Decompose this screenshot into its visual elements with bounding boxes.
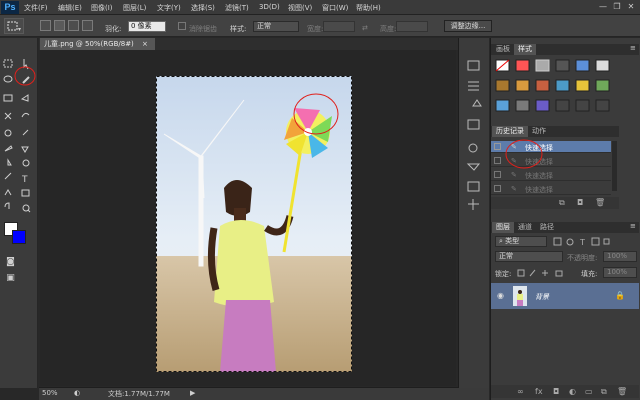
menu-filter[interactable]: 滤镜(T) — [225, 3, 249, 13]
history-snapshot-checkbox[interactable] — [494, 171, 501, 178]
style-dropdown[interactable]: 正常 — [253, 21, 299, 32]
menu-edit[interactable]: 编辑(E) — [58, 3, 82, 13]
history-snapshot-checkbox[interactable] — [494, 185, 501, 192]
history-scrollbar[interactable] — [612, 141, 617, 191]
zoom-readout[interactable]: 50% — [42, 389, 58, 397]
photoshop-logo: Ps — [1, 1, 19, 14]
lock-icons[interactable] — [516, 268, 576, 278]
annotation-circle — [505, 139, 543, 169]
new-selection-icon[interactable] — [40, 20, 51, 31]
search-icon: ⌕ — [499, 237, 503, 245]
layer-mask-icon[interactable]: ◘ — [553, 387, 559, 396]
layer-style-icon[interactable]: fx — [535, 387, 543, 396]
tab-channels[interactable]: 通道 — [514, 222, 536, 233]
layer-filter-icons[interactable]: T — [552, 237, 622, 247]
menu-file[interactable]: 文件(F) — [24, 3, 48, 13]
background-color-swatch[interactable] — [12, 230, 26, 244]
width-label: 宽度: — [307, 25, 324, 33]
svg-text:T: T — [579, 238, 585, 247]
refine-edge-button[interactable]: 调整边缘... — [444, 20, 492, 32]
menu-3d[interactable]: 3D(D) — [259, 3, 280, 11]
height-input[interactable] — [396, 21, 428, 32]
link-layers-icon[interactable]: ∞ — [517, 387, 524, 396]
screen-mode-icon[interactable]: ▣ — [4, 272, 17, 285]
lock-label: 锁定: — [495, 270, 512, 278]
fill-label: 填充: — [581, 270, 598, 278]
brush-icon: ✎ — [511, 171, 517, 179]
layer-filter-dropdown[interactable]: ⌕ 类型 — [495, 236, 547, 247]
layers-footer: ∞ fx ◘ ◐ ▭ ⧉ 🗑 — [491, 385, 639, 398]
fill-input[interactable]: 100% — [603, 267, 637, 278]
status-icon[interactable]: ◐ — [74, 389, 80, 397]
menu-window[interactable]: 窗口(W) — [322, 3, 348, 13]
status-bar — [39, 387, 489, 400]
antialias-label: 消除锯齿 — [189, 25, 217, 33]
menu-view[interactable]: 视图(V) — [288, 3, 312, 13]
height-label: 高度: — [380, 25, 397, 33]
adjustment-layer-icon[interactable]: ◐ — [569, 387, 576, 396]
tool-preset-picker[interactable]: ▾ — [4, 18, 24, 34]
close-tab-icon[interactable]: × — [142, 40, 148, 48]
panel-menu-icon[interactable]: ≡ — [630, 44, 636, 52]
menu-help[interactable]: 帮助(H) — [356, 3, 381, 13]
layer-row-background[interactable]: ◉ 背景 🔒 — [491, 283, 639, 309]
status-menu-arrow-icon[interactable]: ▶ — [190, 389, 195, 397]
restore-button[interactable]: ❐ — [611, 2, 623, 12]
snapshot-icon[interactable]: ◘ — [577, 198, 583, 207]
brush-icon: ✎ — [511, 185, 517, 193]
menu-select[interactable]: 选择(S) — [191, 3, 215, 13]
layer-thumbnail — [513, 286, 527, 306]
trash-icon[interactable]: 🗑 — [595, 198, 605, 207]
feather-label: 羽化: — [105, 25, 122, 33]
lock-icon: 🔒 — [615, 291, 625, 300]
doc-size-readout: 文档:1.77M/1.77M — [108, 390, 170, 398]
panel-dock-icons — [466, 60, 482, 210]
layer-filter-label: 类型 — [505, 237, 520, 245]
document-tab-title: 儿童.png @ 50%(RGB/8#) — [44, 40, 134, 48]
new-document-from-state-icon[interactable]: ⧉ — [559, 198, 565, 208]
rect-marquee-icon: ▾ — [7, 21, 21, 33]
minimize-button[interactable]: — — [597, 2, 609, 12]
document-image[interactable] — [156, 76, 352, 372]
menu-type[interactable]: 文字(Y) — [157, 3, 181, 13]
new-layer-icon[interactable]: ⧉ — [601, 387, 607, 397]
layers-menu-icon[interactable]: ≡ — [630, 222, 636, 230]
menu-image[interactable]: 图像(I) — [91, 3, 113, 13]
style-swatches — [495, 59, 610, 112]
subtract-selection-icon[interactable] — [68, 20, 79, 31]
add-selection-icon[interactable] — [54, 20, 65, 31]
layer-name: 背景 — [535, 293, 549, 301]
tab-layers[interactable]: 图层 — [492, 222, 514, 233]
tab-styles[interactable]: 样式 — [514, 44, 536, 55]
document-tab[interactable]: 儿童.png @ 50%(RGB/8#) × — [40, 38, 155, 50]
opacity-input[interactable]: 100% — [603, 251, 637, 262]
history-item-label: 快速选择 — [525, 172, 553, 180]
history-item-label: 快速选择 — [525, 186, 553, 194]
feather-input[interactable]: 0 像素 — [128, 21, 166, 32]
close-window-button[interactable]: ✕ — [625, 2, 637, 12]
quick-mask-icon[interactable]: ◙ — [4, 256, 17, 269]
style-label: 样式: — [230, 25, 247, 33]
intersect-selection-icon[interactable] — [82, 20, 93, 31]
antialias-checkbox[interactable] — [178, 22, 186, 30]
svg-text:▾: ▾ — [18, 26, 21, 33]
history-footer: ⧉ ◘ 🗑 — [491, 197, 619, 209]
opacity-label: 不透明度: — [567, 254, 598, 262]
blend-mode-dropdown[interactable]: 正常 — [495, 251, 563, 262]
width-input[interactable] — [323, 21, 355, 32]
tab-swatches[interactable]: 画板 — [492, 44, 514, 55]
eye-icon[interactable]: ◉ — [497, 291, 504, 300]
new-group-icon[interactable]: ▭ — [585, 387, 593, 396]
delete-layer-icon[interactable]: 🗑 — [617, 387, 627, 396]
svg-text:T: T — [21, 175, 28, 185]
history-item[interactable]: ✎ 快速选择 — [491, 183, 611, 195]
tab-paths[interactable]: 路径 — [536, 222, 558, 233]
swap-icon[interactable]: ⇄ — [362, 24, 368, 32]
menu-layer[interactable]: 图层(L) — [123, 3, 146, 13]
styles-grid[interactable] — [494, 58, 618, 116]
